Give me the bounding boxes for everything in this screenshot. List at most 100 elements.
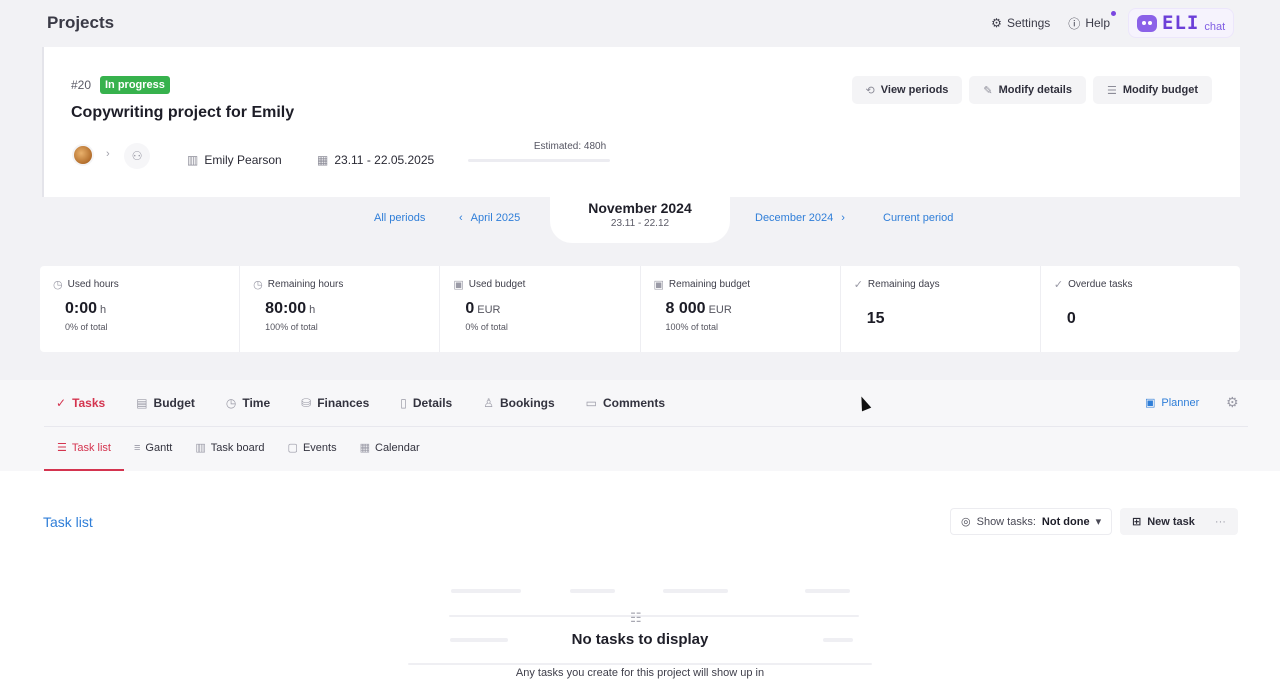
add-member-button[interactable]: ⚇: [124, 143, 150, 169]
tab-comments[interactable]: ▭ Comments: [586, 396, 665, 410]
project-id: #20: [71, 78, 92, 92]
tab-label: Budget: [153, 396, 195, 410]
stat-value: 15: [866, 310, 885, 327]
coins-icon: ⛁: [301, 396, 312, 410]
show-tasks-filter[interactable]: ◎ Show tasks: Not done ▾: [950, 508, 1113, 535]
stat-value: 80:00: [265, 300, 307, 317]
tab-time[interactable]: ◷ Time: [226, 396, 270, 410]
tab-tasks[interactable]: ✓ Tasks: [56, 396, 105, 410]
all-periods-label: All periods: [374, 212, 426, 224]
building-icon: ▥: [187, 153, 199, 167]
project-dates: ▦ 23.11 - 22.05.2025: [317, 153, 434, 167]
modify-details-button[interactable]: ✎ Modify details: [969, 76, 1086, 104]
modify-budget-button[interactable]: ☰ Modify budget: [1092, 76, 1212, 104]
money-icon: ▣: [453, 279, 464, 291]
sub-tabs: ☰ Task list ≡ Gantt ▥ Task board ▢ Events ▦ C…: [57, 441, 420, 455]
placeholder-line: [805, 589, 850, 593]
view-periods-button[interactable]: ⟲ View periods: [851, 76, 963, 104]
prev-period-link[interactable]: ‹ April 2025: [459, 212, 520, 224]
client-name: Emily Pearson: [204, 153, 282, 167]
tab-finances[interactable]: ⛁ Finances: [301, 396, 369, 410]
tab-label: Time: [242, 396, 271, 410]
board-icon: ▥: [195, 442, 206, 454]
all-periods-link[interactable]: All periods: [374, 212, 425, 224]
check-icon: ✓: [1053, 279, 1064, 291]
tab-bookings[interactable]: ♙ Bookings: [483, 396, 554, 410]
more-icon[interactable]: ···: [1215, 516, 1226, 528]
tab-label: Finances: [317, 396, 370, 410]
subtab-task-board[interactable]: ▥ Task board: [195, 441, 265, 455]
pencil-icon: ✎: [983, 84, 993, 97]
subtab-calendar[interactable]: ▦ Calendar: [360, 441, 420, 455]
period-month: November 2024: [588, 200, 692, 216]
tab-budget[interactable]: ▤ Budget: [136, 396, 195, 410]
tab-label: Bookings: [499, 396, 555, 410]
prev-period-label: April 2025: [470, 212, 521, 224]
view-periods-label: View periods: [880, 84, 949, 96]
settings-link[interactable]: ⚙ Settings: [991, 16, 1050, 30]
placeholder-line: [408, 663, 872, 665]
top-bar: Projects ⚙ Settings ⓘ Help ELI chat: [0, 0, 1280, 46]
comment-icon: ▭: [585, 396, 597, 410]
stat-remaining-hours: ◷ Remaining hours 80:00 h 100% of total: [240, 266, 441, 352]
subtab-task-list[interactable]: ☰ Task list: [57, 441, 111, 455]
avatar[interactable]: [72, 144, 94, 166]
project-name: Copywriting project for Emily: [71, 104, 295, 121]
subtab-label: Gantt: [145, 441, 173, 454]
tab-details[interactable]: ▯ Details: [400, 396, 452, 410]
section-title: Task list: [43, 514, 93, 530]
document-icon: ▯: [400, 396, 407, 410]
gear-icon[interactable]: ⚙: [1226, 394, 1239, 411]
clock-icon: ◷: [253, 279, 263, 291]
chevron-right-icon: ›: [841, 212, 845, 224]
new-task-label: New task: [1147, 515, 1195, 528]
stat-label: Remaining budget: [668, 279, 751, 290]
current-period-selector[interactable]: November 2024 23.11 - 22.12: [550, 196, 730, 243]
stat-label: Remaining days: [867, 279, 940, 290]
check-icon: ✓: [853, 279, 863, 291]
chevron-left-icon: ‹: [459, 212, 463, 224]
stat-sub: 100% of total: [665, 322, 719, 332]
status-badge: In progress: [100, 76, 170, 94]
eli-chat-label: chat: [1204, 21, 1226, 33]
page-title: Projects: [47, 13, 115, 32]
subtab-label: Task board: [210, 441, 265, 454]
next-period-label: December 2024: [755, 212, 834, 224]
calendar-icon: ▦: [317, 153, 329, 167]
stat-label: Used hours: [67, 279, 119, 290]
stat-sub: 0% of total: [65, 322, 108, 332]
tab-label: Comments: [603, 396, 666, 410]
main-tabs: ✓ Tasks ▤ Budget ◷ Time ⛁ Finances ▯ Details …: [56, 396, 665, 410]
next-period-link[interactable]: December 2024 ›: [755, 212, 845, 224]
subtab-gantt[interactable]: ≡ Gantt: [134, 441, 172, 454]
eli-logo: ELI: [1162, 12, 1200, 34]
notification-dot: [1111, 10, 1116, 16]
eli-chat-button[interactable]: ELI chat: [1128, 8, 1234, 38]
stats-panel: ◷ Used hours 0:00 h 0% of total ◷ Remaining…: [40, 266, 1240, 352]
stat-overdue-tasks: ✓ Overdue tasks 0: [1041, 266, 1240, 352]
event-icon: ▢: [287, 442, 298, 454]
placeholder-line: [570, 589, 615, 593]
progress-bar: [468, 159, 610, 162]
stat-remaining-days: ✓ Remaining days 15: [841, 266, 1041, 352]
chevron-right-icon[interactable]: ›: [106, 148, 110, 160]
current-period-link[interactable]: Current period: [883, 212, 953, 224]
client-info: ▥ Emily Pearson: [187, 153, 282, 167]
planner-label: Planner: [1161, 396, 1200, 409]
new-task-button[interactable]: ⊞ New task ···: [1120, 508, 1238, 535]
estimated-label: Estimated: 480h: [533, 141, 607, 152]
stat-value: 8 000: [665, 300, 706, 317]
wallet-icon: ▤: [136, 396, 148, 410]
list-icon: ☷: [630, 610, 642, 625]
tab-label: Details: [412, 396, 453, 410]
robot-icon: [1137, 14, 1157, 32]
subtab-events[interactable]: ▢ Events: [287, 441, 337, 455]
person-icon: ♙: [483, 396, 494, 410]
planner-button[interactable]: ▣ Planner: [1145, 396, 1200, 410]
help-link[interactable]: ⓘ Help: [1068, 10, 1116, 32]
stat-label: Remaining hours: [267, 279, 344, 290]
placeholder-line: [449, 615, 859, 617]
subtab-label: Events: [302, 441, 337, 454]
stat-label: Used budget: [468, 279, 526, 290]
periods-icon: ⟲: [865, 84, 875, 97]
